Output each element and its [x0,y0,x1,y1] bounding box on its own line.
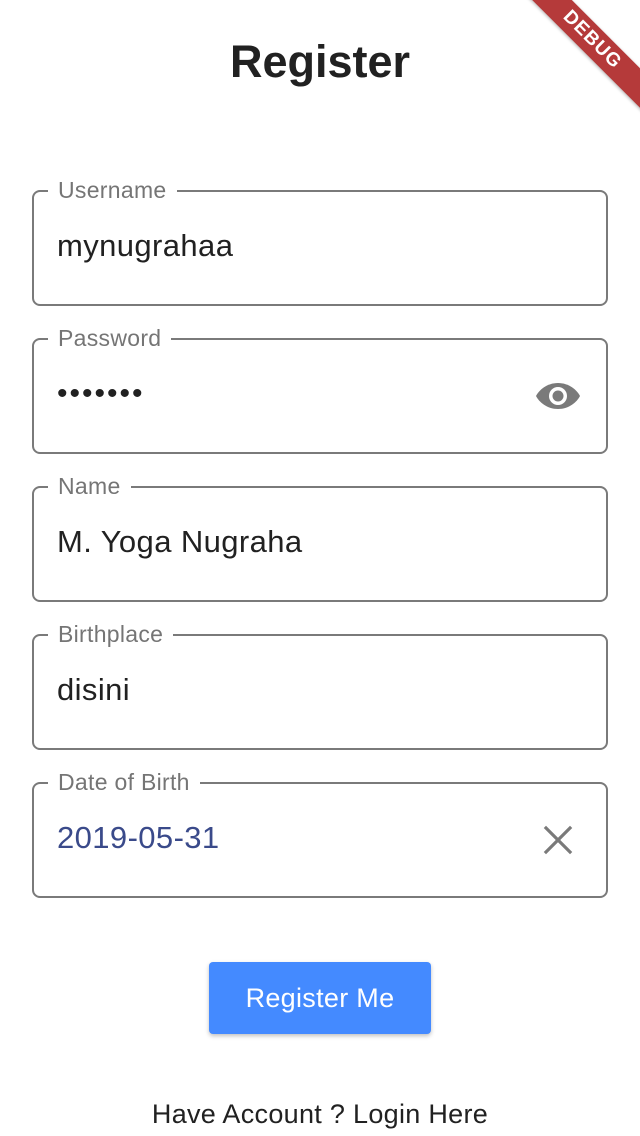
eye-icon[interactable] [534,376,582,416]
name-label: Name [48,472,131,500]
date-of-birth-label: Date of Birth [48,768,200,796]
birthplace-value[interactable]: disini [57,670,130,710]
birthplace-label: Birthplace [48,620,174,648]
birthplace-field[interactable]: Birthplace disini [32,620,608,750]
register-screen: DEBUG Register Username mynugrahaa Passw… [0,0,640,1136]
password-value[interactable]: ••••••• [57,374,145,414]
name-value[interactable]: M. Yoga Nugraha [57,522,303,562]
register-button[interactable]: Register Me [209,962,431,1034]
date-of-birth-field[interactable]: Date of Birth 2019-05-31 [32,768,608,898]
name-field[interactable]: Name M. Yoga Nugraha [32,472,608,602]
username-label: Username [48,176,177,204]
date-of-birth-value[interactable]: 2019-05-31 [57,818,220,858]
password-field[interactable]: Password ••••••• [32,324,608,454]
username-value[interactable]: mynugrahaa [57,226,233,266]
username-field[interactable]: Username mynugrahaa [32,176,608,306]
close-icon[interactable] [534,820,582,860]
login-link[interactable]: Have Account ? Login Here [0,1094,640,1134]
page-title: Register [229,36,411,87]
password-label: Password [48,324,172,352]
